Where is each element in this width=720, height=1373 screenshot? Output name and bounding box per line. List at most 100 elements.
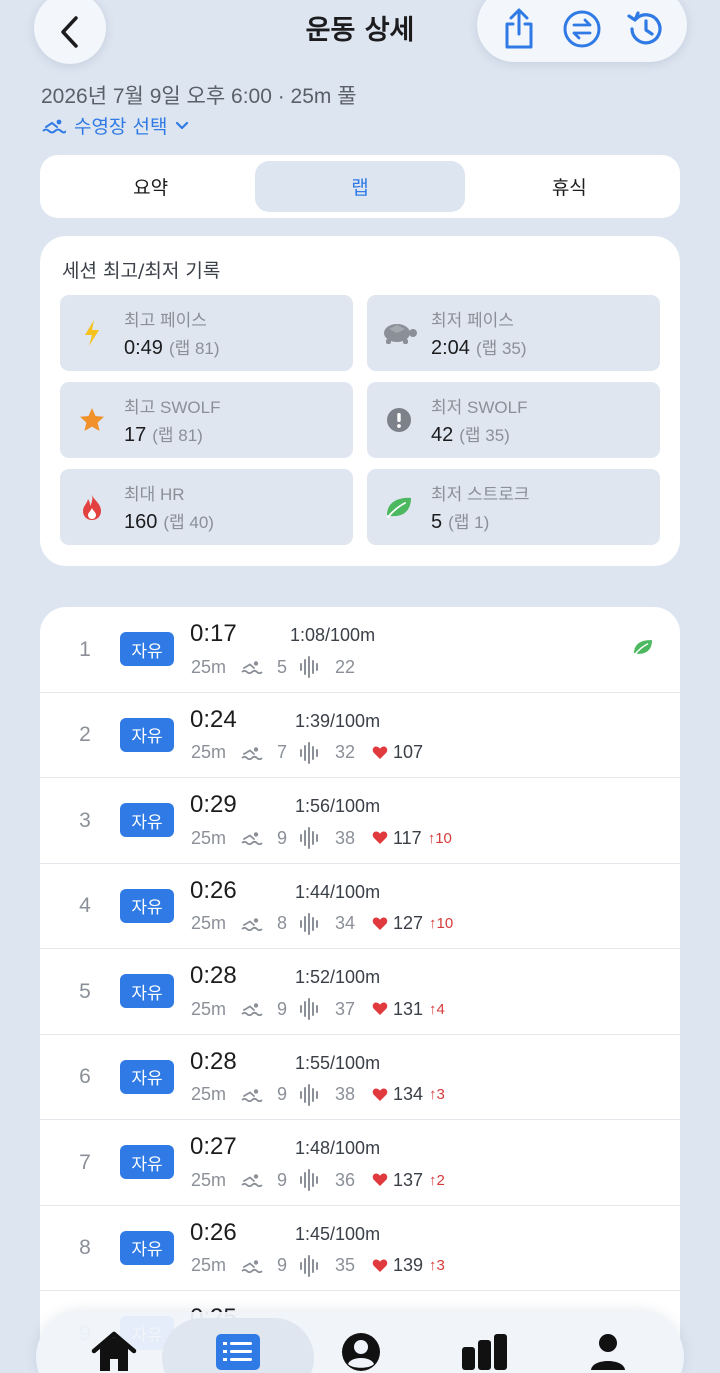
- stroke-type-badge: 자유: [120, 717, 174, 752]
- swolf-icon: [299, 998, 325, 1020]
- lap-row[interactable]: 5 자유 0:28 1:52/100m 25m 9 37 131 ↑4: [40, 949, 680, 1035]
- star-icon: [78, 405, 106, 435]
- tab-account[interactable]: [335, 1330, 387, 1373]
- tab-home[interactable]: [88, 1330, 140, 1373]
- swolf-icon: [299, 656, 325, 678]
- flame-icon: [78, 492, 106, 522]
- lap-metrics: 25m 9 35 139 ↑3: [191, 1254, 445, 1277]
- lap-stroke-count: 7: [277, 742, 288, 762]
- lap-metrics: 25m 5 22: [191, 656, 365, 678]
- swolf-icon: [299, 1083, 325, 1106]
- history-button[interactable]: [623, 7, 667, 51]
- workout-date: 2026년 7월 9일 오후 6:00 · 25m 풀: [41, 85, 357, 108]
- record-best-swolf: 최고 SWOLF 17 (랩 81): [60, 382, 353, 458]
- record-worst-swolf: 최저 SWOLF 42 (랩 35): [367, 382, 660, 458]
- leaf-icon: [632, 638, 654, 660]
- record-lap: (랩 35): [459, 426, 510, 445]
- lap-heart-rate: 131 ↑4: [372, 999, 445, 1020]
- lap-time: 0:17: [190, 620, 237, 647]
- lap-stroke-count: 5: [277, 656, 288, 677]
- record-value: 160: [124, 511, 158, 533]
- chevron-down-icon: [176, 121, 189, 129]
- lap-pace: 1:52/100m: [295, 967, 381, 987]
- lap-distance: 25m: [191, 742, 227, 762]
- lap-row[interactable]: 4 자유 0:26 1:44/100m 25m 8 34 127 ↑10: [40, 864, 680, 949]
- swolf-icon: [299, 827, 325, 849]
- lap-row[interactable]: 6 자유 0:28 1:55/100m 25m 9 38 134 ↑3: [40, 1035, 680, 1120]
- lap-stroke-count: 9: [277, 1169, 288, 1190]
- transfer-button[interactable]: [560, 7, 604, 51]
- stroke-type-badge: 자유: [120, 1230, 174, 1265]
- laps-list: 1 자유 0:17 1:08/100m 25m 5 22 2 자유 0:24 1:39/100m 25…: [40, 607, 680, 1373]
- lightning-icon: [78, 318, 106, 348]
- swimmer-icon: [241, 1173, 267, 1187]
- record-best-pace: 최고 페이스 0:49 (랩 81): [60, 295, 353, 371]
- lap-row[interactable]: 7 자유 0:27 1:48/100m 25m 9 36 137 ↑2: [40, 1120, 680, 1206]
- stroke-type-badge: 자유: [120, 888, 174, 923]
- swimmer-icon: [241, 1002, 267, 1016]
- lap-metrics: 25m 9 36 137 ↑2: [191, 1169, 445, 1191]
- pool-select-dropdown[interactable]: 수영장 선택: [42, 112, 189, 139]
- record-label: 최대 HR: [124, 485, 185, 504]
- record-value: 42: [431, 424, 454, 446]
- tab-profile[interactable]: [582, 1330, 634, 1373]
- lap-number: 1: [79, 637, 91, 661]
- lap-time: 0:27: [190, 1133, 237, 1160]
- lap-swolf: 22: [335, 656, 356, 677]
- swimmer-icon: [241, 746, 267, 760]
- lap-row[interactable]: 8 자유 0:26 1:45/100m 25m 9 35 139 ↑3: [40, 1206, 680, 1291]
- lap-time: 0:29: [190, 791, 237, 818]
- lap-time: 0:26: [190, 876, 237, 904]
- home-icon: [91, 1331, 137, 1371]
- lap-pace: 1:55/100m: [295, 1052, 381, 1073]
- record-max-hr: 최대 HR 160 (랩 40): [60, 469, 353, 545]
- tab-workouts[interactable]: [161, 1318, 314, 1373]
- lap-time: 0:24: [190, 705, 237, 733]
- record-value: 2:04: [431, 337, 470, 359]
- lap-time: 0:28: [190, 962, 237, 989]
- lap-swolf: 37: [335, 998, 356, 1019]
- lap-pace: 1:48/100m: [295, 1138, 381, 1158]
- lap-metrics: 25m 9 38 134 ↑3: [191, 1083, 445, 1106]
- screen: 운동 상세 2026년 7월 9일 오후 6:00 · 25m 풀 수영장 선택…: [0, 0, 720, 1373]
- tab-rest[interactable]: 휴식: [465, 161, 674, 212]
- heart-icon: [372, 1088, 388, 1102]
- heart-rate-value: 131: [393, 998, 424, 1019]
- lap-pace: 1:45/100m: [295, 1223, 381, 1244]
- stroke-type-badge: 자유: [120, 1145, 174, 1179]
- heart-rate-delta: ↑2: [429, 1171, 445, 1189]
- lap-row[interactable]: 1 자유 0:17 1:08/100m 25m 5 22: [40, 607, 680, 693]
- heart-rate-value: 127: [393, 913, 424, 933]
- tab-stats[interactable]: [459, 1330, 511, 1373]
- lap-stroke-count: 9: [277, 1084, 288, 1104]
- tab-laps[interactable]: 랩: [255, 161, 465, 212]
- lap-heart-rate: 127 ↑10: [372, 913, 453, 934]
- lap-number: 8: [79, 1236, 91, 1259]
- lap-swolf: 38: [335, 1084, 356, 1104]
- share-button[interactable]: [497, 7, 541, 51]
- lap-distance: 25m: [191, 913, 227, 933]
- record-lap: (랩 1): [448, 513, 490, 532]
- lap-heart-rate: 139 ↑3: [372, 1255, 445, 1276]
- heart-icon: [372, 917, 388, 931]
- lap-stroke-count: 9: [277, 1255, 288, 1275]
- lap-distance: 25m: [191, 1169, 227, 1190]
- tab-summary[interactable]: 요약: [46, 161, 255, 212]
- heart-icon: [372, 1173, 388, 1187]
- swimmer-icon: [241, 831, 267, 845]
- lap-row[interactable]: 2 자유 0:24 1:39/100m 25m 7 32 107: [40, 693, 680, 778]
- lap-metrics: 25m 7 32 107: [191, 741, 423, 764]
- lap-row[interactable]: 3 자유 0:29 1:56/100m 25m 9 38 117 ↑10: [40, 778, 680, 864]
- lap-distance: 25m: [191, 1084, 227, 1104]
- person-icon: [591, 1334, 625, 1370]
- lap-stroke-count: 8: [277, 913, 288, 933]
- lap-distance: 25m: [191, 998, 227, 1019]
- heart-icon: [372, 831, 388, 845]
- record-lap: (랩 81): [152, 426, 203, 445]
- lap-swolf: 32: [335, 742, 356, 762]
- lap-heart-rate: 107: [372, 742, 423, 763]
- heart-rate-delta: ↑3: [429, 1086, 445, 1103]
- lap-number: 4: [79, 894, 91, 917]
- profile-circle-icon: [342, 1333, 380, 1371]
- record-lap: (랩 81): [168, 339, 220, 358]
